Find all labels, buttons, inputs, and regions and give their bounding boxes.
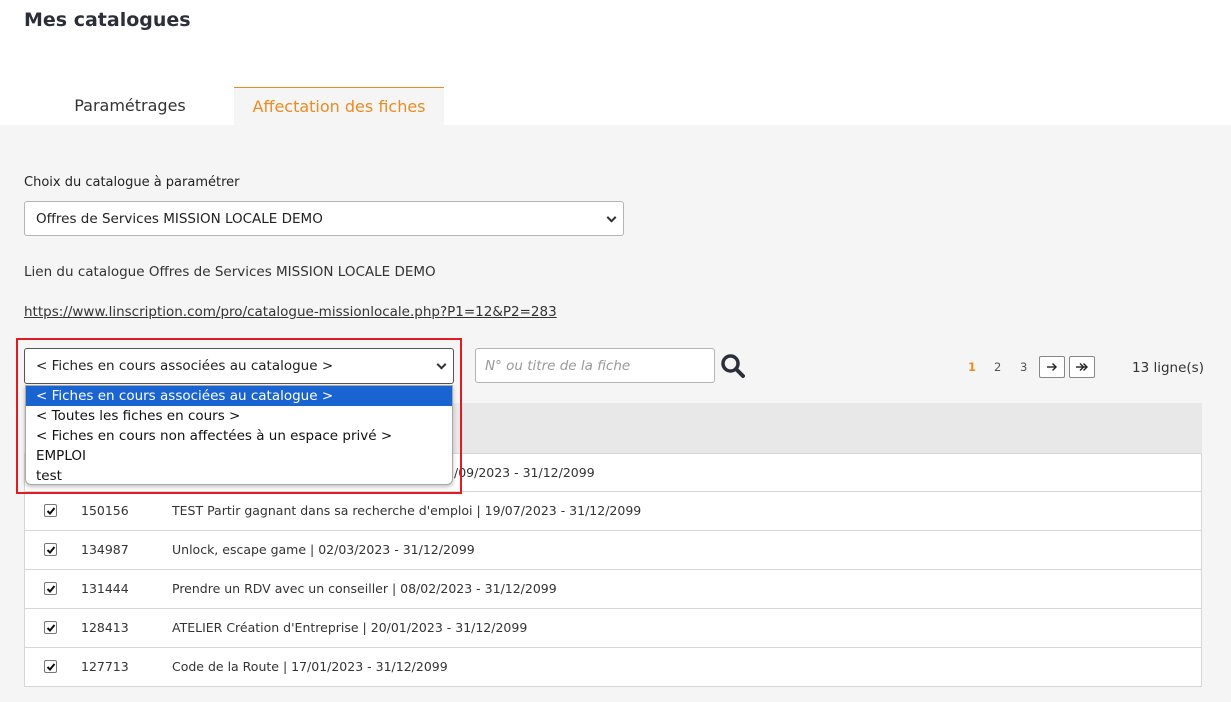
filter-option-test[interactable]: test: [26, 466, 452, 484]
filter-select-value: < Fiches en cours associées au catalogue…: [36, 358, 334, 374]
row-count: 13 ligne(s): [1132, 360, 1204, 376]
catalog-choice-label: Choix du catalogue à paramétrer: [24, 175, 240, 190]
filter-option-not-private[interactable]: < Fiches en cours non affectées à un esp…: [26, 426, 452, 446]
tab-parametrages[interactable]: Paramétrages: [40, 87, 220, 125]
row-id: 127713: [81, 659, 129, 674]
page-link-1[interactable]: 1: [968, 360, 976, 374]
row-id: 150156: [81, 503, 129, 518]
row-title: ATELIER Création d'Entreprise | 20/01/20…: [172, 620, 528, 635]
last-page-button[interactable]: [1069, 356, 1095, 378]
row-checkbox[interactable]: [44, 660, 57, 673]
table-row: 150156 TEST Partir gagnant dans sa reche…: [24, 492, 1202, 531]
row-checkbox[interactable]: [44, 621, 57, 634]
filter-option-associated[interactable]: < Fiches en cours associées au catalogue…: [26, 386, 452, 406]
catalog-select[interactable]: Offres de Services MISSION LOCALE DEMO: [24, 201, 624, 236]
page-title: Mes catalogues: [24, 9, 191, 31]
row-title: Prendre un RDV avec un conseiller | 08/0…: [172, 581, 557, 596]
filter-option-emploi[interactable]: EMPLOI: [26, 446, 452, 466]
filter-option-all[interactable]: < Toutes les fiches en cours >: [26, 406, 452, 426]
catalog-url-link[interactable]: https://www.linscription.com/pro/catalog…: [24, 304, 557, 320]
arrow-right-icon: [1047, 363, 1057, 371]
search-icon: [721, 354, 745, 378]
search-input[interactable]: [475, 348, 715, 383]
table-row: 131444 Prendre un RDV avec un conseiller…: [24, 570, 1202, 609]
check-icon: [46, 546, 56, 554]
row-title: Unlock, escape game | 02/03/2023 - 31/12…: [172, 542, 475, 557]
check-icon: [46, 663, 56, 671]
tab-bar: Paramétrages Affectation des fiches: [0, 87, 1231, 125]
search-button[interactable]: [720, 353, 746, 379]
arrow-last-icon: [1076, 363, 1088, 371]
filter-select[interactable]: < Fiches en cours associées au catalogue…: [24, 348, 454, 384]
chevron-down-icon: [436, 359, 447, 370]
filter-dropdown-list: < Fiches en cours associées au catalogue…: [25, 385, 453, 485]
table-row: 127713 Code de la Route | 17/01/2023 - 3…: [24, 648, 1202, 687]
row-checkbox[interactable]: [44, 504, 57, 517]
check-icon: [46, 585, 56, 593]
row-title: TEST Partir gagnant dans sa recherche d'…: [172, 503, 642, 518]
row-checkbox[interactable]: [44, 582, 57, 595]
row-id: 128413: [81, 620, 129, 635]
page-link-2[interactable]: 2: [994, 360, 1001, 374]
tab-affectation-des-fiches[interactable]: Affectation des fiches: [234, 87, 444, 125]
next-page-button[interactable]: [1039, 356, 1065, 378]
row-id: 134987: [81, 542, 129, 557]
row-title: Code de la Route | 17/01/2023 - 31/12/20…: [172, 659, 448, 674]
row-id: 131444: [81, 581, 129, 596]
row-checkbox[interactable]: [44, 543, 57, 556]
chevron-down-icon: [606, 212, 617, 223]
table-row: 134987 Unlock, escape game | 02/03/2023 …: [24, 531, 1202, 570]
row-title: /09/2023 - 31/12/2099: [454, 465, 595, 480]
check-icon: [46, 507, 56, 515]
catalog-link-label: Lien du catalogue Offres de Services MIS…: [24, 264, 436, 280]
page-link-3[interactable]: 3: [1020, 360, 1027, 374]
catalog-select-value: Offres de Services MISSION LOCALE DEMO: [36, 210, 323, 227]
check-icon: [46, 624, 56, 632]
table-row: 128413 ATELIER Création d'Entreprise | 2…: [24, 609, 1202, 648]
